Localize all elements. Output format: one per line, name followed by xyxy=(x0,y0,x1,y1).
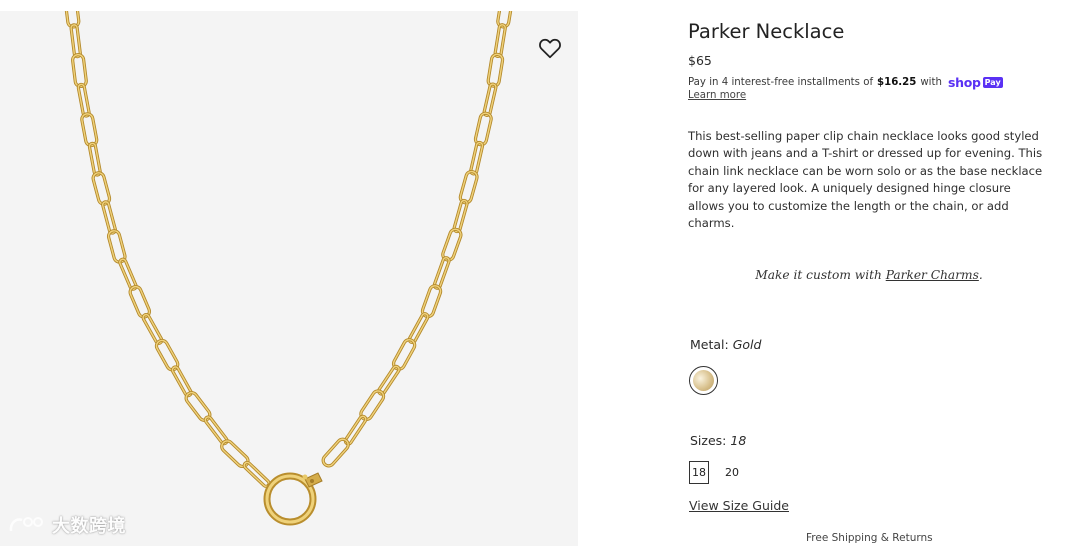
parker-charms-link[interactable]: Parker Charms xyxy=(886,268,979,282)
metal-label-text: Metal: xyxy=(690,337,729,352)
metal-value: Gold xyxy=(732,337,762,352)
chain-right-link xyxy=(432,256,451,290)
sizes-label: Sizes: 18 xyxy=(690,433,746,448)
necklace-image xyxy=(63,11,514,526)
shop-pay-word: shop xyxy=(947,75,981,90)
clasp-ring xyxy=(263,472,323,526)
product-image: 大数跨境 xyxy=(0,11,578,546)
learn-more-link[interactable]: Learn more xyxy=(688,90,746,101)
chain-right-link xyxy=(493,23,507,59)
installments-amount: $16.25 xyxy=(877,77,917,88)
shop-pay-badge: Pay xyxy=(982,77,1003,88)
custom-prefix: Make it custom with xyxy=(755,268,882,282)
product-description: This best-selling paper clip chain neckl… xyxy=(688,129,1043,231)
sizes-label-text: Sizes: xyxy=(690,433,727,448)
product-title: Parker Necklace xyxy=(688,20,845,43)
chain-left-link xyxy=(76,82,91,118)
installments-suffix: with xyxy=(920,77,942,88)
shop-pay-logo: shop Pay xyxy=(948,75,1003,90)
custom-suffix: . xyxy=(978,268,983,282)
installments-prefix: Pay in 4 interest-free installments of xyxy=(688,77,874,88)
size-option-20[interactable]: 20 xyxy=(722,461,742,484)
watermark-text: 大数跨境 xyxy=(52,516,126,537)
metal-swatch-gold[interactable] xyxy=(689,366,718,395)
custom-charms-line: Make it custom with Parker Charms. xyxy=(688,268,1050,282)
chain-left-link xyxy=(87,141,102,177)
heart-outline-icon[interactable] xyxy=(537,35,563,61)
shipping-note: Free Shipping & Returns xyxy=(806,532,933,544)
product-price: $65 xyxy=(688,53,712,68)
sizes-value: 18 xyxy=(730,433,747,448)
size-option-18[interactable]: 18 xyxy=(689,461,709,484)
view-size-guide-link[interactable]: View Size Guide xyxy=(689,498,789,513)
installments-text: Pay in 4 interest-free installments of $… xyxy=(688,75,1003,90)
chain-right-link xyxy=(458,169,479,205)
gold-swatch-fill xyxy=(693,370,714,391)
watermark-logo-icon xyxy=(9,517,43,532)
metal-label: Metal: Gold xyxy=(690,337,761,352)
chain-left-link xyxy=(91,171,112,206)
chain-right-link xyxy=(321,437,350,468)
watermark: 大数跨境 xyxy=(8,513,126,537)
